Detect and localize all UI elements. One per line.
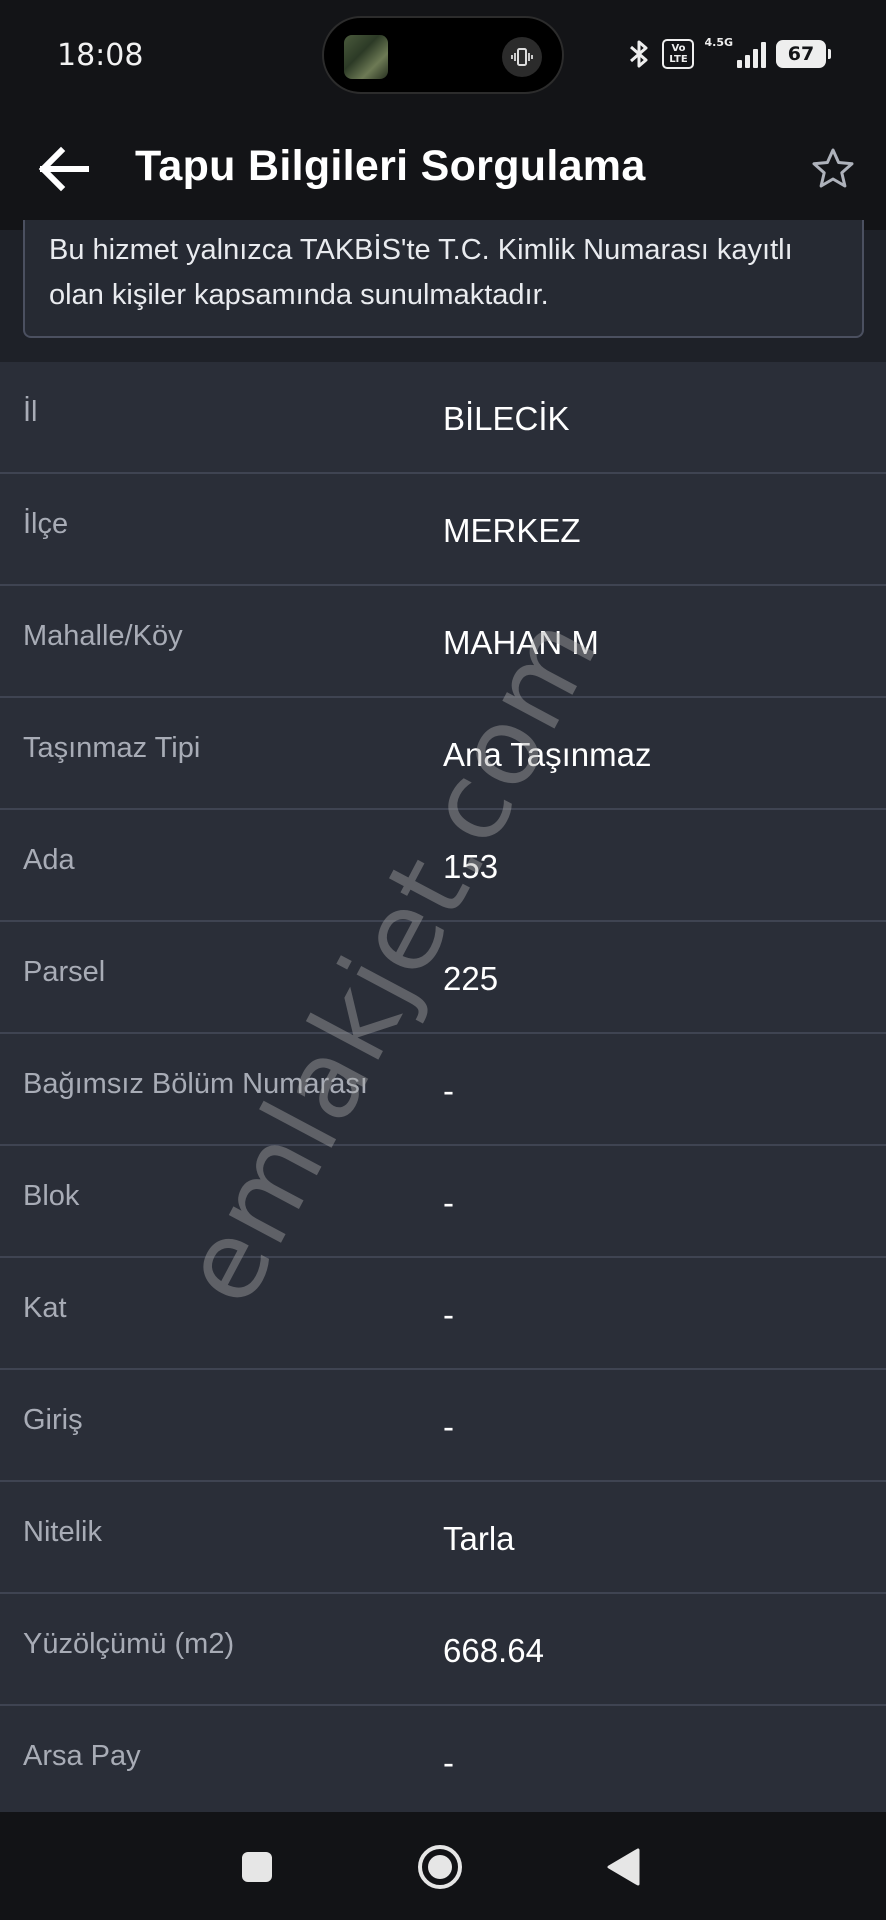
table-row: Nitelik Tarla [0, 1482, 886, 1594]
row-label: İlçe [23, 508, 69, 540]
home-circle-icon [418, 1845, 462, 1889]
row-value: Ana Taşınmaz [443, 736, 652, 773]
row-value: 225 [443, 960, 499, 997]
row-label: İl [23, 396, 38, 428]
bluetooth-icon [630, 40, 648, 68]
row-value: 153 [443, 848, 499, 885]
battery-icon: 67 [776, 40, 831, 68]
table-row: Blok - [0, 1146, 886, 1258]
star-outline-icon [812, 148, 854, 188]
back-button[interactable] [32, 142, 94, 196]
row-value: - [443, 1184, 454, 1221]
row-value: 668.64 [443, 1632, 544, 1669]
row-label: Nitelik [23, 1516, 102, 1548]
system-nav-bar [0, 1812, 886, 1920]
row-value: BİLECİK [443, 400, 570, 437]
row-value: - [443, 1072, 454, 1109]
table-row: Parsel 225 [0, 922, 886, 1034]
media-thumbnail [344, 35, 388, 79]
property-info-table: İl BİLECİK İlçe MERKEZ Mahalle/Köy MAHAN… [0, 362, 886, 1818]
row-label: Yüzölçümü (m2) [23, 1628, 235, 1660]
signal-icon [737, 40, 766, 68]
table-row: Taşınmaz Tipi Ana Taşınmaz [0, 698, 886, 810]
notice-section: Bu hizmet yalnızca TAKBİS'te T.C. Kimlik… [0, 220, 886, 362]
recents-square-icon [242, 1852, 272, 1882]
page-title: Tapu Bilgileri Sorgulama [135, 142, 646, 190]
recents-button[interactable] [232, 1842, 282, 1892]
row-label: Bağımsız Bölüm Numarası [23, 1068, 368, 1100]
row-value: - [443, 1408, 454, 1445]
row-label: Giriş [23, 1404, 83, 1436]
row-label: Arsa Pay [23, 1740, 141, 1772]
notice-box: Bu hizmet yalnızca TAKBİS'te T.C. Kimlik… [23, 220, 864, 338]
status-time: 18:08 [57, 38, 144, 73]
status-bar: 18:08 Vo LTE 4.5G 67 [0, 0, 886, 112]
row-label: Taşınmaz Tipi [23, 732, 201, 764]
network-type: 4.5G [704, 36, 733, 49]
favorite-button[interactable] [808, 144, 858, 194]
vibrate-icon [502, 37, 542, 77]
arrow-left-icon [38, 146, 89, 192]
table-row: Ada 153 [0, 810, 886, 922]
table-row: Kat - [0, 1258, 886, 1370]
app-bar: Tapu Bilgileri Sorgulama [0, 112, 886, 230]
row-label: Blok [23, 1180, 80, 1212]
row-label: Parsel [23, 956, 106, 988]
table-row: Yüzölçümü (m2) 668.64 [0, 1594, 886, 1706]
row-label: Mahalle/Köy [23, 620, 183, 652]
home-button[interactable] [415, 1842, 465, 1892]
table-row: Arsa Pay - [0, 1706, 886, 1818]
row-label: Ada [23, 844, 75, 876]
row-value: - [443, 1296, 454, 1333]
volte-icon: Vo LTE [662, 39, 695, 69]
table-row: İl BİLECİK [0, 362, 886, 474]
nav-back-button[interactable] [598, 1842, 648, 1892]
table-row: İlçe MERKEZ [0, 474, 886, 586]
table-row: Giriş - [0, 1370, 886, 1482]
row-value: - [443, 1744, 454, 1781]
table-row: Mahalle/Köy MAHAN M [0, 586, 886, 698]
status-icons: Vo LTE 4.5G 67 [626, 36, 831, 72]
row-value: MERKEZ [443, 512, 581, 549]
dynamic-island[interactable] [322, 16, 564, 94]
notice-text: Bu hizmet yalnızca TAKBİS'te T.C. Kimlik… [49, 234, 793, 311]
row-value: MAHAN M [443, 624, 599, 661]
row-label: Kat [23, 1292, 67, 1324]
row-value: Tarla [443, 1520, 515, 1557]
back-triangle-icon [607, 1848, 640, 1886]
table-row: Bağımsız Bölüm Numarası - [0, 1034, 886, 1146]
